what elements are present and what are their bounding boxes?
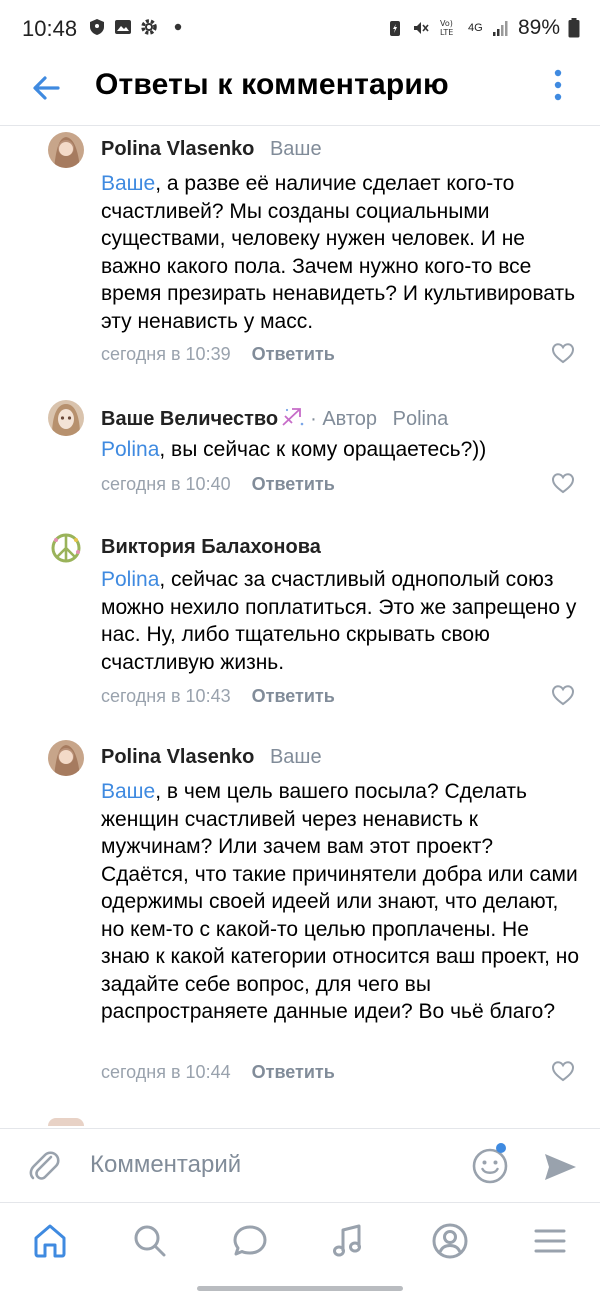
home-indicator[interactable] [197, 1286, 403, 1291]
mention-link[interactable]: Ваше [101, 172, 155, 195]
comment-header: Виктория Балахонова [101, 536, 321, 559]
comment-footer: сегодня в 10:44 Ответить [101, 1062, 335, 1083]
comment-time: сегодня в 10:43 [101, 686, 231, 706]
bottom-navigation [0, 1202, 600, 1278]
search-icon[interactable] [130, 1221, 170, 1261]
author-badge: · Автор [310, 408, 378, 430]
comment-time: сегодня в 10:39 [101, 344, 231, 364]
comment-body: , вы сейчас к кому оращаетесь?)) [159, 438, 487, 461]
author-name[interactable]: Ваше Величество [101, 408, 278, 430]
send-icon[interactable] [542, 1151, 578, 1183]
status-time: 10:48 [22, 16, 78, 41]
gallery-icon [115, 20, 131, 34]
mention-link[interactable]: Ваше [101, 780, 155, 803]
mention-link[interactable]: Polina [101, 568, 159, 591]
svg-text:LTE: LTE [440, 28, 453, 37]
like-heart-icon[interactable] [551, 1060, 575, 1082]
messages-icon[interactable] [230, 1221, 270, 1261]
profile-icon[interactable] [430, 1221, 470, 1261]
battery-saver-icon [389, 21, 400, 36]
comment-header: Polina Vlasenko Ваше [101, 138, 322, 161]
avatar[interactable] [48, 132, 84, 168]
comment-time: сегодня в 10:44 [101, 1062, 231, 1082]
page-title: Ответы к комментарию [95, 68, 449, 101]
comment-thread: Polina Vlasenko Ваше Ваше, а разве её на… [0, 126, 600, 1126]
reply-button[interactable]: Ответить [252, 474, 335, 494]
reply-to[interactable]: Polina [393, 408, 449, 430]
battery-icon [568, 18, 580, 38]
avatar[interactable] [48, 530, 84, 566]
shield-icon [90, 19, 104, 35]
comment-header: Ваше Величество · Автор Polina [101, 406, 448, 431]
comment-text: Ваше, а разве её наличие сделает кого-то… [101, 170, 581, 335]
reply-button[interactable]: Ответить [252, 1062, 335, 1082]
like-heart-icon[interactable] [551, 684, 575, 706]
comment-body: , а разве её наличие сделает кого-то сча… [101, 172, 576, 333]
arrow-left-icon[interactable] [28, 70, 68, 106]
music-icon[interactable] [328, 1221, 368, 1261]
comment-body: , в чем цель вашего посыла? Сделать женщ… [101, 780, 580, 1023]
avatar[interactable] [48, 400, 84, 436]
partial-avatar-next-comment [48, 1118, 84, 1126]
battery-percent: 89% [517, 16, 560, 39]
zodiac-sagittarius-icon [282, 408, 304, 426]
avatar[interactable] [48, 740, 84, 776]
like-heart-icon[interactable] [551, 342, 575, 364]
volte-icon: Vo)LTE [440, 19, 453, 37]
app-header: Ответы к комментарию [0, 58, 600, 120]
comment-footer: сегодня в 10:39 Ответить [101, 344, 335, 365]
more-vertical-icon[interactable] [552, 68, 564, 102]
like-heart-icon[interactable] [551, 472, 575, 494]
notification-dot [496, 1143, 506, 1153]
reply-to[interactable]: Ваше [270, 746, 322, 768]
svg-text:Vo): Vo) [440, 19, 453, 28]
paperclip-icon[interactable] [26, 1147, 62, 1185]
comment-composer: Комментарий [0, 1128, 600, 1202]
status-right-icons: Vo) LTE 4G 89% [386, 16, 580, 40]
home-icon[interactable] [30, 1221, 70, 1261]
comment-time: сегодня в 10:40 [101, 474, 231, 494]
comment-footer: сегодня в 10:43 Ответить [101, 686, 335, 707]
comment-header: Polina Vlasenko Ваше [101, 746, 322, 769]
author-name[interactable]: Polina Vlasenko [101, 138, 254, 160]
reply-button[interactable]: Ответить [252, 686, 335, 706]
mention-link[interactable]: Polina [101, 438, 159, 461]
settings-gear-icon [141, 19, 157, 35]
author-name[interactable]: Polina Vlasenko [101, 746, 254, 768]
comment-footer: сегодня в 10:40 Ответить [101, 474, 335, 495]
comment-text: Ваше, в чем цель вашего посыла? Сделать … [101, 778, 581, 1026]
status-bar: 10:48 Vo) LTE 4G 89% [0, 0, 600, 58]
author-name[interactable]: Виктория Балахонова [101, 536, 321, 558]
dot-icon [174, 23, 182, 31]
comment-input[interactable]: Комментарий [90, 1151, 241, 1179]
reply-to[interactable]: Ваше [270, 138, 322, 160]
signal-icon [492, 21, 508, 36]
comment-body: , сейчас за счастливый однополый союз мо… [101, 568, 577, 674]
menu-icon[interactable] [530, 1221, 570, 1261]
network-type: 4G [467, 22, 483, 34]
reply-button[interactable]: Ответить [252, 344, 335, 364]
mute-icon [413, 22, 429, 34]
comment-text: Polina, сейчас за счастливый однополый с… [101, 566, 581, 676]
comment-text: Polina, вы сейчас к кому оращаетесь?)) [101, 436, 581, 464]
status-left-icons [88, 18, 182, 36]
